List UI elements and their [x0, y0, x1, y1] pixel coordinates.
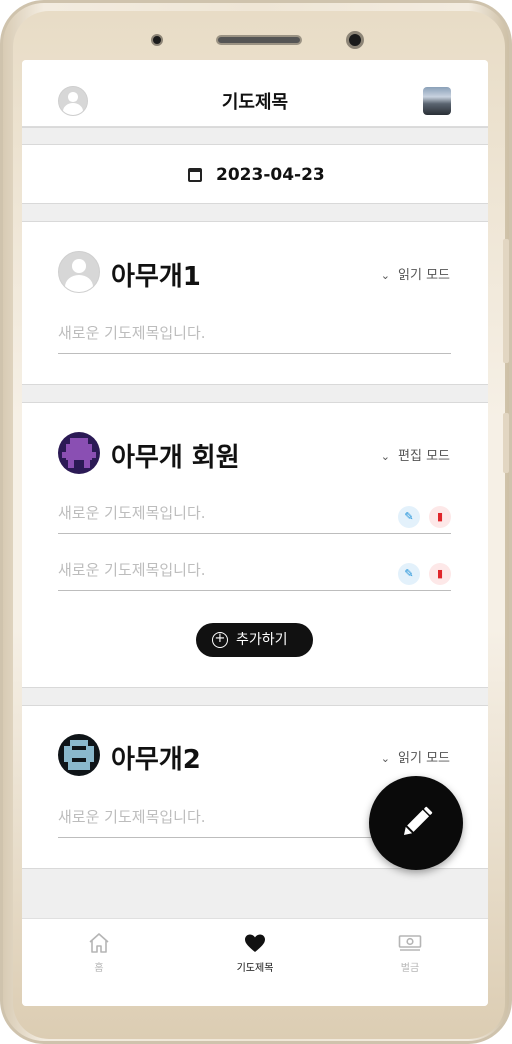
money-icon	[398, 935, 422, 951]
mode-label: 읽기 모드	[398, 751, 450, 766]
member-avatar	[58, 251, 100, 293]
pencil-icon	[403, 806, 433, 836]
mode-label: 읽기 모드	[398, 268, 450, 283]
app-screen: 기도제목 2023-04-23 아무개1 ⌄ 읽기 모드 새로운 기도제목입니다.…	[22, 60, 488, 1006]
member-name: 아무개 회원	[111, 443, 240, 473]
calendar-icon	[188, 168, 202, 182]
chevron-down-icon: ⌄	[380, 752, 391, 765]
section-divider	[22, 127, 488, 145]
section-divider	[22, 203, 488, 222]
prayer-text: 새로운 기도제목입니다.	[58, 561, 206, 579]
mode-toggle[interactable]: ⌄ 편집 모드	[381, 445, 450, 464]
prayer-text: 새로운 기도제목입니다.	[58, 324, 206, 342]
chevron-down-icon: ⌄	[380, 269, 391, 282]
speaker-grille	[216, 35, 302, 45]
nav-home[interactable]: 홈	[59, 931, 139, 974]
add-prayer-button[interactable]: + 추가하기	[196, 623, 313, 657]
nav-home-label: 홈	[94, 963, 104, 974]
app-header: 기도제목	[22, 60, 488, 127]
member-avatar	[58, 734, 100, 776]
plus-circle-icon: +	[212, 632, 228, 648]
nav-prayer-label: 기도제목	[236, 963, 274, 974]
date-selector[interactable]: 2023-04-23	[22, 145, 488, 203]
add-button-label: 추가하기	[236, 632, 288, 648]
member-card: 아무개1 ⌄ 읽기 모드 새로운 기도제목입니다.	[22, 222, 488, 384]
prayer-text: 새로운 기도제목입니다.	[58, 504, 206, 522]
heart-icon	[245, 934, 265, 952]
sensor-icon	[151, 34, 163, 46]
delete-prayer-button[interactable]: ▮	[429, 563, 451, 585]
section-divider	[22, 868, 488, 918]
date-text: 2023-04-23	[216, 165, 325, 185]
edit-prayer-button[interactable]: ✎	[398, 506, 420, 528]
page-title: 기도제목	[221, 92, 289, 113]
mode-label: 편집 모드	[398, 449, 450, 464]
member-avatar	[58, 432, 100, 474]
side-button	[503, 239, 509, 363]
bottom-navigation: 홈 기도제목 벌금	[22, 918, 488, 1006]
nav-fine[interactable]: 벌금	[370, 931, 450, 974]
write-fab-button[interactable]	[369, 776, 463, 870]
member-name: 아무개1	[111, 262, 201, 292]
edit-prayer-button[interactable]: ✎	[398, 563, 420, 585]
front-camera-icon	[346, 31, 364, 49]
prayer-item: 새로운 기도제목입니다.	[58, 498, 451, 534]
delete-prayer-button[interactable]: ▮	[429, 506, 451, 528]
chevron-down-icon: ⌄	[380, 450, 391, 463]
mode-toggle[interactable]: ⌄ 읽기 모드	[381, 264, 450, 283]
group-thumbnail[interactable]	[423, 87, 451, 115]
prayer-item: 새로운 기도제목입니다.	[58, 318, 451, 354]
section-divider	[22, 384, 488, 403]
side-button	[503, 413, 509, 473]
section-divider	[22, 687, 488, 706]
prayer-text: 새로운 기도제목입니다.	[58, 808, 206, 826]
mode-toggle[interactable]: ⌄ 읽기 모드	[381, 747, 450, 766]
home-icon	[89, 933, 109, 953]
member-name: 아무개2	[111, 745, 201, 775]
prayer-item: 새로운 기도제목입니다.	[58, 555, 451, 591]
nav-prayer[interactable]: 기도제목	[215, 931, 295, 974]
nav-fine-label: 벌금	[400, 963, 420, 974]
